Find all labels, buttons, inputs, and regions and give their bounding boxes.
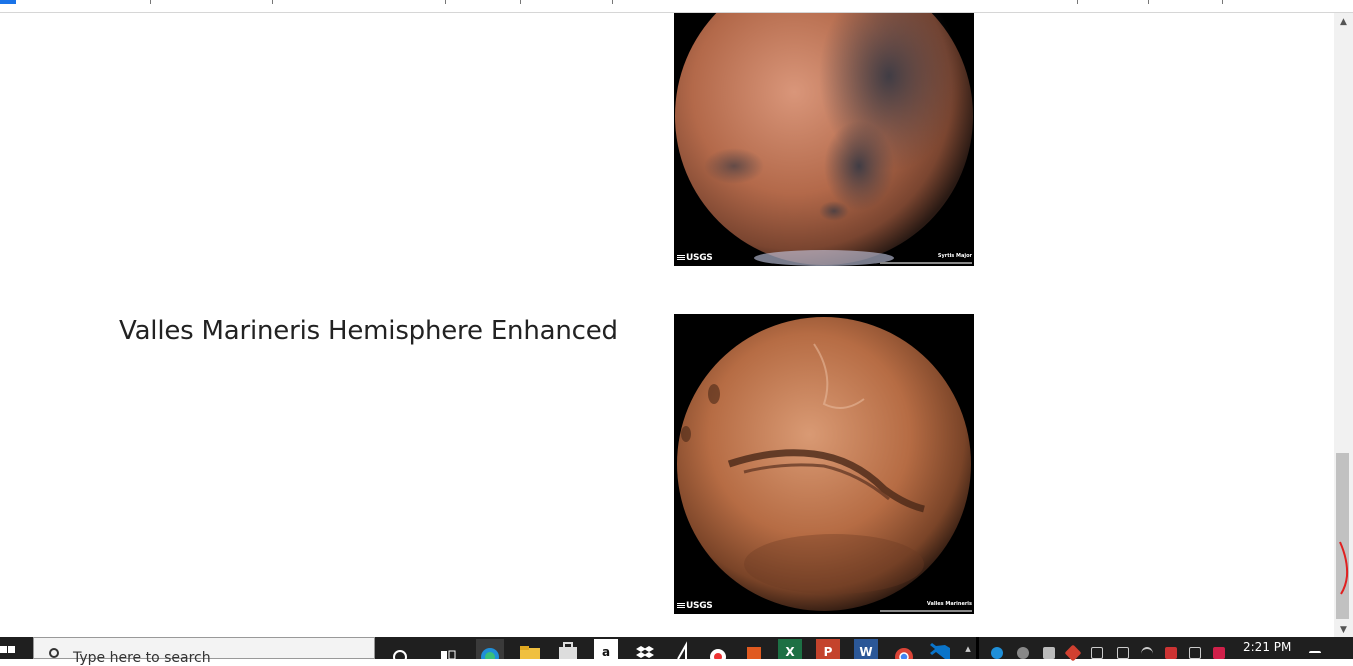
page-content: USGS Syrtis Major Valles Marineris Hemis… [0,13,1334,637]
image-url-strip [880,262,972,264]
itunes-icon[interactable] [706,639,730,659]
vscode-icon[interactable] [928,639,952,659]
volume-icon[interactable] [1189,647,1201,659]
mars-globe-valles [677,317,971,611]
notification-app-icon[interactable] [1213,647,1225,659]
search-icon [49,648,59,658]
word-icon[interactable]: W [854,639,878,659]
image-caption: Valles Marineris [926,601,972,607]
system-tray [979,637,1353,662]
gmail-icon[interactable] [1165,647,1177,659]
battery-icon[interactable] [1117,647,1129,659]
help-icon[interactable] [991,647,1003,659]
taskbar-clock[interactable]: 2:21 PM [1243,640,1291,654]
taskbar-search-box[interactable]: Type here to search [33,637,375,666]
browser-tab-indicator [0,0,16,4]
usgs-watermark: USGS [677,601,713,611]
chrome-icon[interactable] [892,639,916,659]
windows-logo-icon [0,646,7,653]
image-caption: Syrtis Major [937,253,972,259]
slack-icon[interactable] [1043,647,1055,659]
amazon-icon[interactable]: a [594,639,618,659]
file-explorer-icon[interactable] [518,639,542,659]
show-hidden-icons-chevron-icon[interactable]: ▴ [958,639,978,659]
vs-icon[interactable] [670,639,694,659]
windows-taskbar: Type here to search a X P W ▴ 2:21 PM [0,637,1353,666]
usgs-watermark: USGS [677,253,713,263]
dropbox-icon[interactable] [632,639,656,659]
red-annotation-mark [1339,541,1349,595]
action-center-icon[interactable] [1309,651,1321,661]
hemisphere-title: Valles Marineris Hemisphere Enhanced [119,316,618,346]
excel-icon[interactable]: X [778,639,802,659]
hemisphere-image-syrtis-major[interactable]: USGS Syrtis Major [674,13,974,266]
start-button[interactable] [0,637,30,659]
display-icon[interactable] [1091,647,1103,659]
image-url-strip [880,610,972,612]
cortana-icon[interactable] [388,639,412,659]
scroll-up-arrow-icon[interactable]: ▲ [1334,15,1353,29]
search-placeholder: Type here to search [73,650,211,666]
mars-globe-syrtis [675,13,973,266]
powerpoint-icon[interactable]: P [816,639,840,659]
hemisphere-image-valles-marineris[interactable]: USGS Valles Marineris [674,314,974,614]
skype-icon[interactable] [1017,647,1029,659]
office-icon[interactable] [742,639,766,659]
browser-toolbar-edge [0,0,1353,13]
edge-icon[interactable] [476,639,504,659]
store-icon[interactable] [556,639,580,659]
task-view-icon[interactable] [436,639,460,659]
scroll-down-arrow-icon[interactable]: ▼ [1334,623,1353,637]
